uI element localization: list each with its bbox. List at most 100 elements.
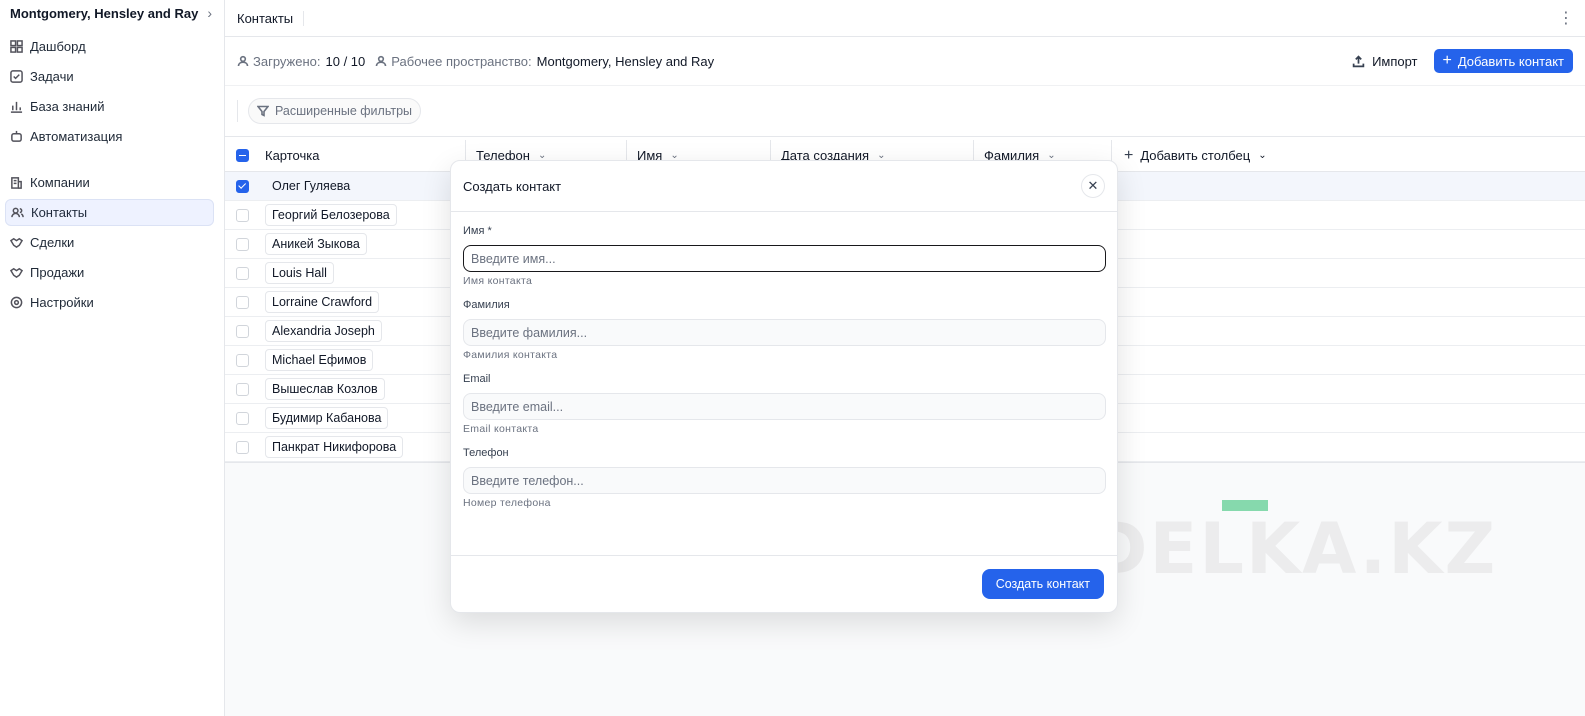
row-checkbox[interactable] xyxy=(236,382,249,396)
user-icon xyxy=(237,55,249,67)
contact-name[interactable]: Олег Гуляева xyxy=(265,175,357,197)
import-label: Импорт xyxy=(1372,53,1418,69)
workspace-switcher[interactable]: Montgomery, Hensley and Ray › xyxy=(0,0,224,26)
select-all-checkbox[interactable] xyxy=(236,149,249,162)
sidebar-item-label: База знаний xyxy=(30,99,105,114)
loaded-count: 10 / 10 xyxy=(325,53,366,69)
top-bar: Контакты ⋮ xyxy=(225,0,1585,37)
sidebar-item-label: Автоматизация xyxy=(30,129,123,144)
user-icon xyxy=(375,55,387,67)
row-checkbox[interactable] xyxy=(236,237,249,251)
row-checkbox[interactable] xyxy=(236,353,249,367)
add-column-button[interactable]: + Добавить столбец ⌄ xyxy=(1112,140,1267,171)
app: Montgomery, Hensley and Ray › Дашборд За… xyxy=(0,0,1585,716)
row-checkbox[interactable] xyxy=(236,295,249,309)
automation-icon xyxy=(11,130,22,142)
plus-icon: + xyxy=(1124,146,1134,164)
dialog-header: Создать контакт ✕ xyxy=(451,161,1117,212)
knowledge-base-icon xyxy=(10,101,23,113)
email-field-group: Email Email контакта xyxy=(463,373,1106,439)
first-name-field-group: Имя * Имя контакта xyxy=(463,225,1106,291)
dialog-body: Имя * Имя контакта Фамилия Фамилия конта… xyxy=(451,212,1117,513)
add-contact-button[interactable]: + Добавить контакт xyxy=(1433,49,1573,73)
sidebar-item-knowledge-base[interactable]: База знаний xyxy=(5,93,214,120)
workspace-name: Montgomery, Hensley and Ray xyxy=(10,5,199,21)
sidebar-item-label: Дашборд xyxy=(30,39,86,54)
dashboard-icon xyxy=(10,40,23,53)
deals-icon xyxy=(10,237,23,249)
sidebar: Montgomery, Hensley and Ray › Дашборд За… xyxy=(0,0,225,716)
sidebar-item-settings[interactable]: Настройки xyxy=(5,289,214,316)
last-name-field-group: Фамилия Фамилия контакта xyxy=(463,299,1106,365)
companies-icon xyxy=(11,177,22,189)
breadcrumb[interactable]: Контакты xyxy=(237,10,305,26)
row-checkbox[interactable] xyxy=(236,208,249,222)
phone-input[interactable] xyxy=(463,467,1106,494)
chevron-right-icon: › xyxy=(207,5,212,21)
more-vertical-icon[interactable]: ⋮ xyxy=(1558,8,1574,28)
sidebar-nav-bottom: Компании Контакты Сделки Продажи Настрой… xyxy=(0,169,224,316)
field-help: Фамилия контакта xyxy=(463,349,558,361)
add-contact-label: Добавить контакт xyxy=(1457,53,1564,69)
column-card[interactable]: Карточка xyxy=(225,140,466,171)
contact-name[interactable]: Michael Ефимов xyxy=(265,349,374,371)
filter-icon xyxy=(257,105,269,117)
row-checkbox[interactable] xyxy=(236,266,249,280)
sidebar-item-automation[interactable]: Автоматизация xyxy=(5,123,214,150)
sidebar-item-label: Продажи xyxy=(30,265,85,280)
contact-name[interactable]: Аникей Зыкова xyxy=(265,233,367,255)
close-icon[interactable]: ✕ xyxy=(1081,174,1105,198)
contact-name[interactable]: Панкрат Никифорова xyxy=(265,436,404,458)
contact-name[interactable]: Alexandria Joseph xyxy=(265,320,382,342)
field-label: Телефон xyxy=(463,447,509,459)
workspace-label: Рабочее пространство: xyxy=(391,53,532,69)
row-checkbox[interactable] xyxy=(236,411,249,425)
sales-icon xyxy=(10,267,23,279)
sidebar-item-deals[interactable]: Сделки xyxy=(5,229,214,256)
contact-name[interactable]: Вышеслав Козлов xyxy=(265,378,385,400)
advanced-filters-button[interactable]: Расширенные фильтры xyxy=(248,98,422,124)
sidebar-nav-top: Дашборд Задачи База знаний Автоматизация xyxy=(0,33,224,150)
contact-name[interactable]: Будимир Кабанова xyxy=(265,407,389,429)
sidebar-item-label: Настройки xyxy=(30,295,94,310)
upload-icon xyxy=(1352,54,1365,67)
advanced-filters-label: Расширенные фильтры xyxy=(275,104,413,118)
contact-name[interactable]: Lorraine Crawford xyxy=(265,291,380,313)
filter-bar: Расширенные фильтры xyxy=(225,86,1585,137)
field-help: Имя контакта xyxy=(463,275,533,287)
last-name-input[interactable] xyxy=(463,319,1106,346)
nav-divider xyxy=(0,153,224,167)
create-contact-button[interactable]: Создать контакт xyxy=(981,569,1104,599)
divider xyxy=(237,100,238,122)
sidebar-item-companies[interactable]: Компании xyxy=(5,169,214,196)
sidebar-item-label: Контакты xyxy=(31,205,88,220)
settings-icon xyxy=(10,296,23,309)
plus-icon: + xyxy=(1442,52,1452,69)
row-checkbox[interactable] xyxy=(236,440,249,454)
import-button[interactable]: Импорт xyxy=(1342,49,1427,73)
email-input[interactable] xyxy=(463,393,1106,420)
contact-name[interactable]: Louis Hall xyxy=(265,262,334,284)
sidebar-item-sales[interactable]: Продажи xyxy=(5,259,214,286)
sidebar-item-contacts[interactable]: Контакты xyxy=(5,199,214,226)
sidebar-item-label: Задачи xyxy=(30,69,74,84)
field-help: Email контакта xyxy=(463,423,539,435)
first-name-input[interactable] xyxy=(463,245,1106,272)
dialog-footer: Создать контакт xyxy=(451,555,1117,612)
contact-name[interactable]: Георгий Белозерова xyxy=(265,204,397,226)
column-label: Карточка xyxy=(265,148,320,163)
sidebar-item-dashboard[interactable]: Дашборд xyxy=(5,33,214,60)
workspace-value: Montgomery, Hensley and Ray xyxy=(536,53,715,69)
sidebar-item-tasks[interactable]: Задачи xyxy=(5,63,214,90)
add-column-label: Добавить столбец xyxy=(1140,148,1251,163)
loaded-label: Загружено: xyxy=(253,53,321,69)
field-label: Email xyxy=(463,373,491,385)
sidebar-item-label: Сделки xyxy=(30,235,75,250)
info-bar: Загружено: 10 / 10 Рабочее пространство:… xyxy=(225,37,1585,86)
row-checkbox[interactable] xyxy=(236,179,249,193)
create-contact-dialog: Создать контакт ✕ Имя * Имя контакта Фам… xyxy=(450,160,1118,613)
field-help: Номер телефона xyxy=(463,497,551,509)
chevron-down-icon: ⌄ xyxy=(1258,150,1267,161)
row-checkbox[interactable] xyxy=(236,324,249,338)
tasks-icon xyxy=(10,70,23,83)
